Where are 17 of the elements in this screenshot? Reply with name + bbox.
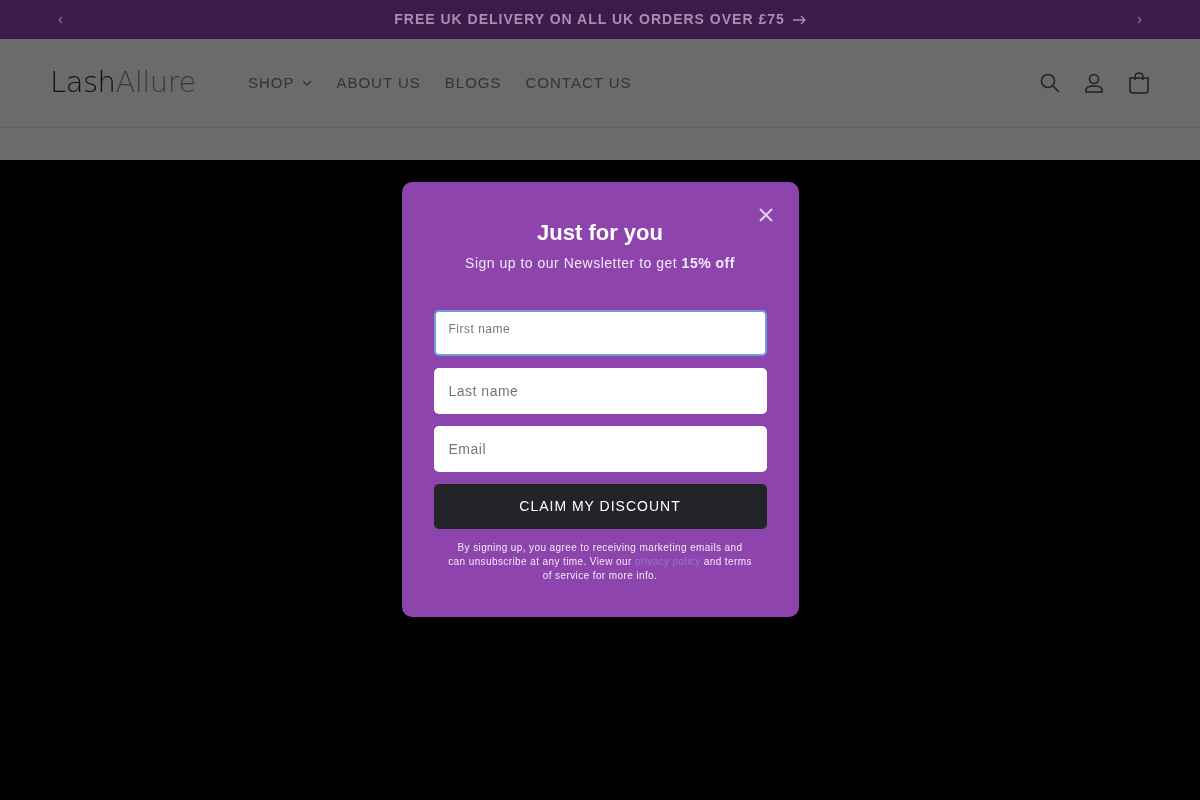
input-field[interactable]: Last name [433,368,767,414]
nav-link[interactable]: SHOP [247,71,313,95]
input-field[interactable]: Email [433,426,767,472]
nav-link[interactable]: CONTACT US [525,71,632,95]
account-icon[interactable] [1084,73,1104,93]
popup-subtitle: Sign up to our Newsletter to get 15% off [464,254,736,273]
announcement-text[interactable]: FREE UK DELIVERY ON ALL UK ORDERS OVER £75 [394,9,785,30]
search-icon[interactable] [1040,73,1060,93]
caret-icon [302,80,313,86]
claim-discount-button[interactable]: CLAIM MY DISCOUNT [433,484,767,529]
first-name-field[interactable]: First name [433,310,767,356]
close-button[interactable] [758,208,773,222]
popup-title: Just for you [536,219,664,247]
nav-link[interactable]: BLOGS [444,71,502,95]
arrow-right-icon [792,14,806,25]
nav-link[interactable]: ABOUT US [336,71,421,95]
cart-icon[interactable] [1128,72,1150,94]
